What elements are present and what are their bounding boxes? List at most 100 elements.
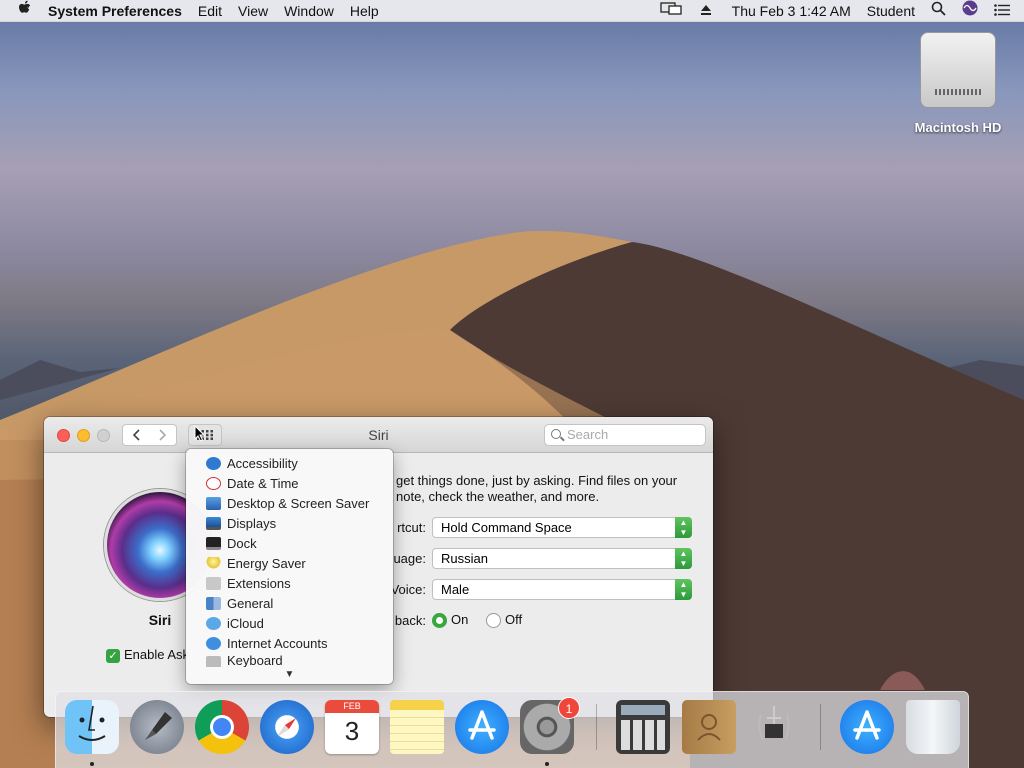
menu-user[interactable]: Student: [859, 0, 923, 22]
menu-item-keyboard[interactable]: Keyboard: [186, 653, 393, 667]
calculator-display-icon: [621, 705, 665, 715]
calendar-month: FEB: [325, 700, 379, 713]
calculator-keys-icon: [621, 720, 665, 750]
window-titlebar[interactable]: Siri Search: [44, 417, 713, 453]
finder-icon[interactable]: [65, 700, 119, 754]
language-value: Russian: [441, 551, 488, 566]
voice-select[interactable]: Male ▲ ▼: [432, 579, 692, 600]
feedback-off-radio[interactable]: Off: [485, 612, 523, 629]
select-arrows-icon: ▲ ▼: [675, 548, 692, 569]
puzzle-icon: [206, 576, 221, 590]
menu-item-icloud[interactable]: iCloud: [186, 613, 393, 633]
select-arrows-icon: ▲ ▼: [675, 579, 692, 600]
shortcut-value: Hold Command Space: [441, 520, 572, 535]
eject-icon[interactable]: [692, 0, 720, 22]
trash-icon[interactable]: [906, 700, 960, 754]
menu-help[interactable]: Help: [342, 0, 387, 22]
launchpad-icon[interactable]: [130, 700, 184, 754]
checkmark-icon: ✓: [106, 648, 120, 663]
menu-item-label: Accessibility: [227, 455, 298, 471]
menu-window[interactable]: Window: [276, 0, 342, 22]
contacts-icon[interactable]: [682, 700, 736, 754]
dock-separator: [820, 704, 821, 750]
siri-menu-icon[interactable]: [954, 0, 986, 22]
shortcut-select[interactable]: Hold Command Space ▲ ▼: [432, 517, 692, 538]
menu-item-label: Date & Time: [227, 475, 299, 491]
accessibility-icon: [206, 456, 221, 470]
calculator-icon[interactable]: [616, 700, 670, 754]
language-select[interactable]: Russian ▲ ▼: [432, 548, 692, 569]
menu-item-extensions[interactable]: Extensions: [186, 573, 393, 593]
calendar-day: 3: [344, 716, 360, 746]
calendar-icon[interactable]: FEB 3: [325, 700, 379, 754]
app-store-icon[interactable]: [455, 700, 509, 754]
menu-item-label: Energy Saver: [227, 555, 306, 571]
description-line-2: note, check the weather, and more.: [396, 489, 600, 504]
enable-checkbox-label: Enable Ask: [124, 647, 190, 662]
scroll-down-arrow-icon[interactable]: ▼: [186, 669, 393, 680]
menu-item-accessibility[interactable]: Accessibility: [186, 453, 393, 473]
feedback-radio-group: On Off: [432, 612, 523, 629]
apple-icon: [19, 0, 31, 13]
menu-item-dock[interactable]: Dock: [186, 533, 393, 553]
menu-item-label: Displays: [227, 515, 277, 531]
menu-item-label: Internet Accounts: [227, 635, 328, 651]
voice-value: Male: [441, 582, 470, 597]
clock-icon: [206, 476, 221, 490]
spotlight-search-icon[interactable]: [923, 0, 954, 22]
menu-item-label: Keyboard: [227, 653, 283, 667]
feedback-on-label: On: [451, 612, 469, 627]
dock-icon: [206, 536, 221, 550]
desktop-drive-label: Macintosh HD: [914, 120, 1002, 135]
menu-item-label: Dock: [227, 535, 257, 551]
running-indicator: [90, 762, 94, 766]
notes-icon[interactable]: [390, 700, 444, 754]
desktop-icon: [206, 496, 221, 510]
mouse-cursor-icon: [194, 425, 206, 442]
description-line-1: get things done, just by asking. Find fi…: [396, 473, 678, 488]
menu-item-energy-saver[interactable]: Energy Saver: [186, 553, 393, 573]
running-indicator: [545, 762, 549, 766]
feedback-off-label: Off: [504, 612, 523, 627]
radio-selected-icon: [432, 613, 447, 629]
radio-unselected-icon: [485, 613, 501, 629]
search-icon: [551, 429, 561, 439]
search-placeholder: Search: [567, 427, 609, 442]
menu-item-label: Extensions: [227, 575, 291, 591]
menu-item-general[interactable]: General: [186, 593, 393, 613]
desktop-drive-macintosh-hd[interactable]: Macintosh HD: [908, 32, 1008, 135]
menu-item-internet-accounts[interactable]: Internet Accounts: [186, 633, 393, 653]
downloads-stack-icon[interactable]: [840, 700, 894, 754]
menu-clock[interactable]: Thu Feb 3 1:42 AM: [720, 0, 859, 22]
notification-badge: 1: [558, 697, 580, 719]
menu-view[interactable]: View: [230, 0, 276, 22]
feedback-on-radio[interactable]: On: [432, 612, 469, 629]
menu-bar: System Preferences Edit View Window Help…: [0, 0, 1024, 22]
enable-ask-siri-checkbox[interactable]: ✓ Enable Ask: [106, 647, 189, 663]
keyboard-icon: [206, 656, 221, 667]
notification-center-icon[interactable]: [986, 0, 1024, 22]
menu-item-label: iCloud: [227, 615, 264, 631]
dock: FEB 3 1: [55, 691, 969, 768]
preferences-dropdown-menu: Accessibility Date & Time Desktop & Scre…: [186, 449, 393, 684]
display-icon: [206, 516, 221, 530]
dock-separator: [596, 704, 597, 750]
lightbulb-icon: [206, 556, 221, 570]
safari-icon[interactable]: [260, 700, 314, 754]
search-field[interactable]: Search: [544, 424, 706, 446]
chrome-icon[interactable]: [195, 700, 249, 754]
hard-drive-icon: [920, 32, 996, 108]
menu-edit[interactable]: Edit: [190, 0, 230, 22]
app-menu-system-preferences[interactable]: System Preferences: [42, 0, 190, 22]
cloud-icon: [206, 616, 221, 630]
at-icon: [206, 636, 221, 650]
menu-item-displays[interactable]: Displays: [186, 513, 393, 533]
menu-item-date-time[interactable]: Date & Time: [186, 473, 393, 493]
general-icon: [206, 596, 221, 610]
system-information-icon[interactable]: [747, 700, 801, 754]
select-arrows-icon: ▲ ▼: [675, 517, 692, 538]
menu-item-desktop-screen-saver[interactable]: Desktop & Screen Saver: [186, 493, 393, 513]
airplay-display-icon[interactable]: [652, 0, 692, 22]
apple-menu[interactable]: [0, 0, 42, 22]
menu-item-label: Desktop & Screen Saver: [227, 495, 370, 511]
